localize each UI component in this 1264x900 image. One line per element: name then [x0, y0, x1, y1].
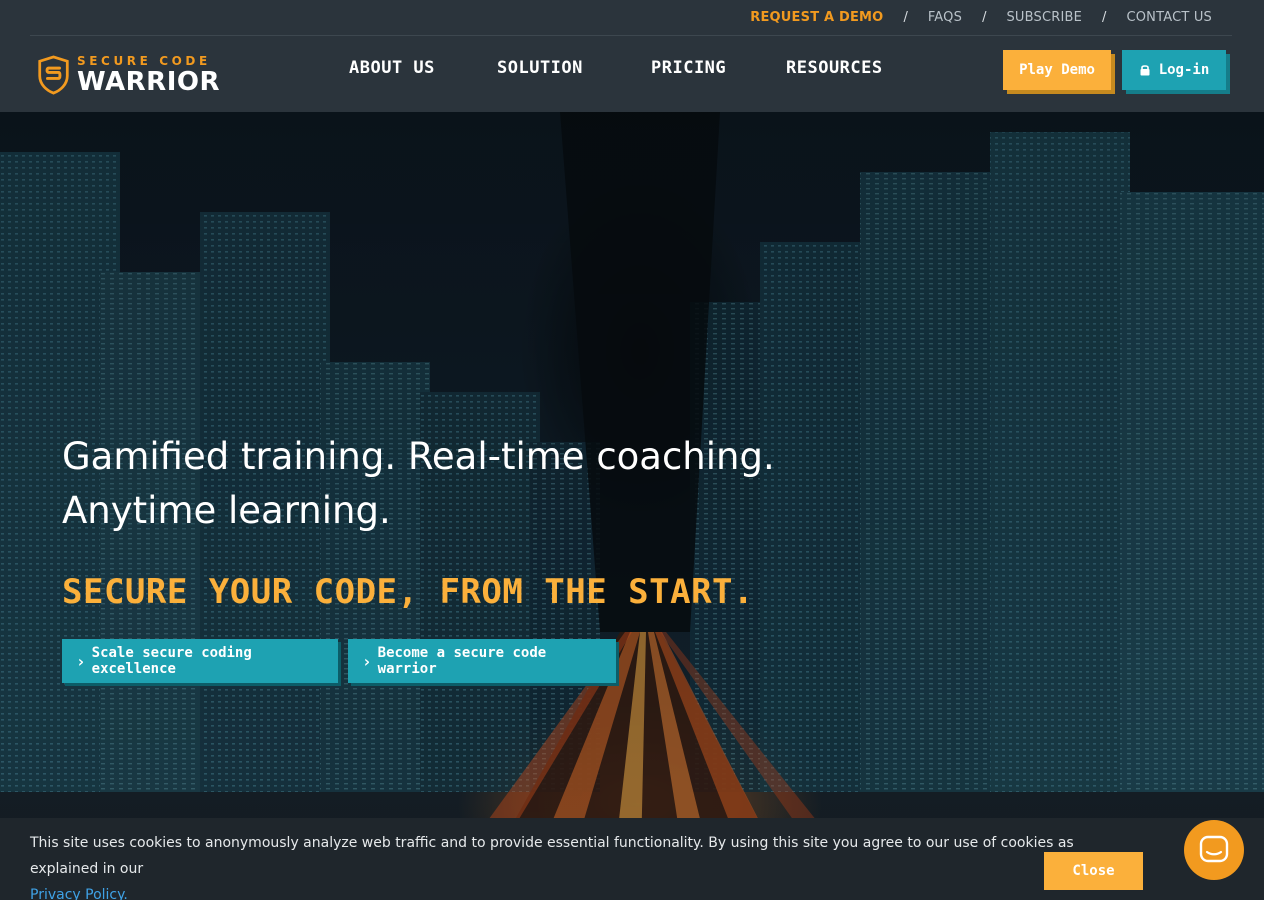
logo-line-secure-code: SECURE CODE — [77, 54, 211, 68]
chat-launcher-button[interactable] — [1184, 820, 1244, 880]
nav-resources[interactable]: RESOURCES — [786, 58, 926, 78]
site-logo[interactable]: SECURE CODE WARRIOR — [38, 51, 220, 99]
chevron-right-icon: › — [76, 651, 86, 671]
utility-separator: / — [1102, 10, 1107, 25]
chevron-right-icon: › — [362, 651, 372, 671]
faqs-link[interactable]: FAQS — [928, 10, 962, 25]
play-demo-button[interactable]: Play Demo — [1003, 50, 1111, 90]
header-divider — [30, 35, 1232, 36]
utility-separator: / — [903, 10, 908, 25]
chat-bubble-icon — [1199, 835, 1229, 863]
nav-about-us[interactable]: ABOUT US — [349, 58, 469, 78]
scale-secure-coding-label: Scale secure coding excellence — [91, 645, 252, 677]
subscribe-link[interactable]: SUBSCRIBE — [1006, 10, 1082, 25]
become-warrior-button[interactable]: › Become a secure code warrior — [348, 639, 616, 683]
request-demo-link[interactable]: REQUEST A DEMO — [750, 10, 883, 25]
login-button-label: Log-in — [1158, 62, 1210, 78]
shield-logo-icon — [38, 55, 69, 95]
privacy-policy-link[interactable]: Privacy Policy. — [30, 887, 128, 900]
nav-solution[interactable]: SOLUTION — [497, 58, 617, 78]
logo-line-warrior: WARRIOR — [77, 67, 220, 97]
cookie-banner: This site uses cookies to anonymously an… — [0, 818, 1264, 900]
hero-section: Gamified training. Real-time coaching. A… — [0, 112, 1264, 900]
logo-wordmark: SECURE CODE WARRIOR — [77, 55, 220, 95]
hero-headline-line-2: Anytime learning. — [62, 489, 391, 532]
lock-icon — [1140, 65, 1150, 76]
hero-text-block: Gamified training. Real-time coaching. A… — [62, 430, 822, 612]
cookie-message: This site uses cookies to anonymously an… — [30, 830, 1120, 900]
hero-tagline: SECURE YOUR CODE, FROM THE START. — [62, 572, 755, 612]
hero-cta-row: › Scale secure coding excellence › Becom… — [62, 639, 616, 683]
hero-headline-line-1: Gamified training. Real-time coaching. — [62, 435, 775, 478]
become-warrior-label: Become a secure code warrior — [377, 645, 547, 677]
nav-pricing[interactable]: PRICING — [651, 58, 771, 78]
site-header: REQUEST A DEMO / FAQS / SUBSCRIBE / CONT… — [0, 0, 1264, 112]
cookie-message-text: This site uses cookies to anonymously an… — [30, 835, 1074, 877]
login-button[interactable]: Log-in — [1122, 50, 1226, 90]
cookie-close-button[interactable]: Close — [1044, 852, 1143, 890]
utility-nav: REQUEST A DEMO / FAQS / SUBSCRIBE / CONT… — [750, 0, 1212, 35]
hero-headline: Gamified training. Real-time coaching. A… — [62, 430, 822, 538]
contact-us-link[interactable]: CONTACT US — [1126, 10, 1212, 25]
utility-separator: / — [982, 10, 987, 25]
scale-secure-coding-button[interactable]: › Scale secure coding excellence — [62, 639, 338, 683]
